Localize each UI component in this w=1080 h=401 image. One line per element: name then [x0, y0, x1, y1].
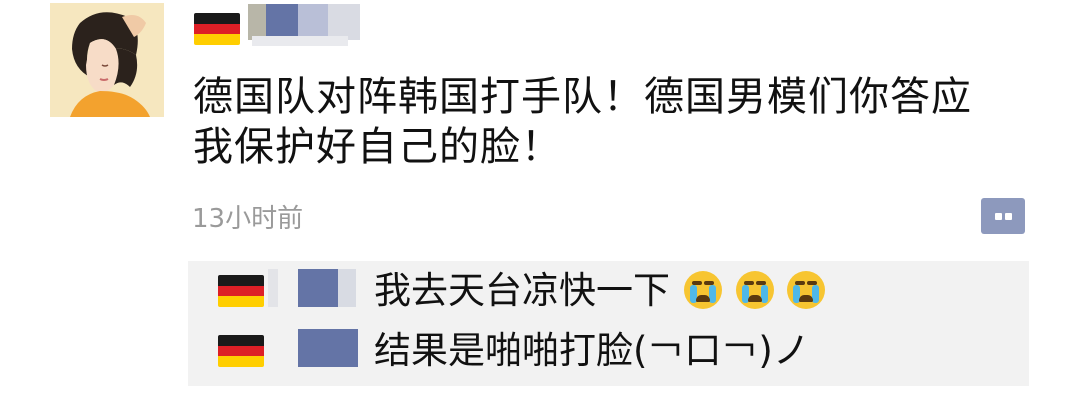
comment-bubble-icon: [995, 213, 1002, 220]
crying-face-icon: [787, 271, 826, 309]
reply-text: 结果是啪啪打脸(￢口￢)ノ: [374, 329, 810, 373]
censored-username[interactable]: [248, 4, 266, 40]
comment-timestamp: 13小时前: [192, 204, 304, 234]
reply-message: 结果是啪啪打脸(￢口￢)ノ: [374, 329, 810, 372]
censored-username[interactable]: [298, 4, 328, 40]
reply-item[interactable]: 结果是啪啪打脸(￢口￢)ノ: [188, 321, 1029, 381]
crying-face-icon: [735, 271, 774, 309]
comment-text: 德国队对阵韩国打手队！德国男模们你答应 我保护好自己的脸！: [193, 72, 1043, 172]
censored-username[interactable]: [338, 269, 356, 307]
censored-username-shadow: [252, 36, 348, 46]
crying-face-icon: [683, 271, 722, 309]
reply-list: 我去天台凉快一下 结果是啪啪打脸(￢口￢)ノ: [188, 261, 1029, 386]
reply-message: 我去天台凉快一下: [374, 269, 670, 312]
comment-button[interactable]: [981, 198, 1025, 234]
avatar-illustration: [50, 3, 164, 117]
censored-username[interactable]: [266, 4, 298, 40]
germany-flag-icon: [218, 335, 264, 367]
germany-flag-icon: [218, 275, 264, 307]
censored-username[interactable]: [298, 329, 358, 367]
comment-line-2: 我保护好自己的脸！: [193, 124, 562, 170]
commenter-avatar[interactable]: [50, 3, 164, 117]
reply-item[interactable]: 我去天台凉快一下: [188, 261, 1029, 321]
censored-username[interactable]: [298, 269, 338, 307]
comment-line-1: 德国队对阵韩国打手队！德国男模们你答应: [193, 74, 972, 120]
comment-bubble-icon-dot: [1005, 213, 1012, 220]
censored-username[interactable]: [328, 4, 360, 40]
censored-username[interactable]: [268, 269, 278, 307]
germany-flag-icon: [194, 13, 240, 45]
reply-text: 我去天台凉快一下: [374, 269, 826, 313]
